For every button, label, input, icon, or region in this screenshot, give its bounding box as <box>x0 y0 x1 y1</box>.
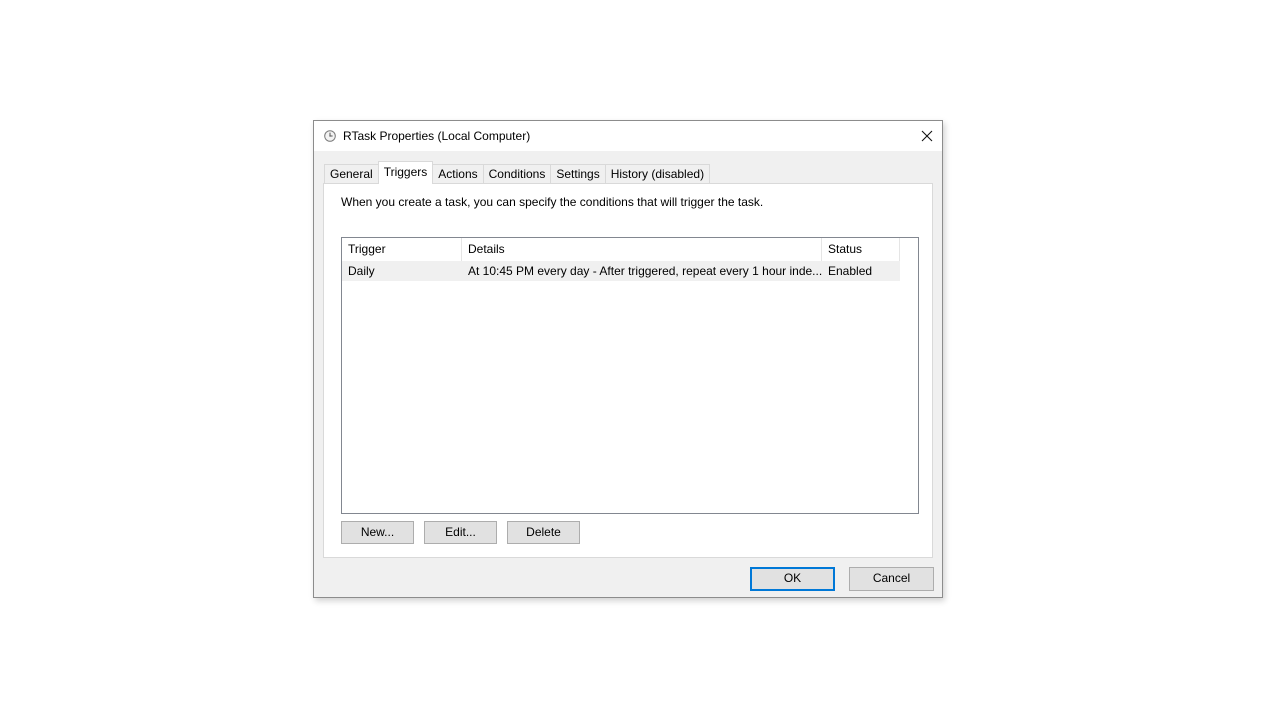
triggers-description: When you create a task, you can specify … <box>341 195 764 209</box>
column-header-trigger[interactable]: Trigger <box>342 238 462 261</box>
task-properties-dialog: RTask Properties (Local Computer) Genera… <box>313 120 943 598</box>
cell-trigger: Daily <box>348 264 375 278</box>
ok-button[interactable]: OK <box>750 567 835 591</box>
triggers-panel: When you create a task, you can specify … <box>323 183 933 558</box>
column-header-details[interactable]: Details <box>462 238 822 261</box>
tab-settings[interactable]: Settings <box>550 164 606 184</box>
title-bar[interactable]: RTask Properties (Local Computer) <box>314 121 942 151</box>
new-trigger-button[interactable]: New... <box>341 521 414 544</box>
cell-details: At 10:45 PM every day - After triggered,… <box>468 264 822 278</box>
cell-status: Enabled <box>828 264 873 278</box>
tab-conditions[interactable]: Conditions <box>482 164 552 184</box>
tab-actions[interactable]: Actions <box>432 164 484 184</box>
close-button[interactable] <box>912 121 942 151</box>
tab-history[interactable]: History (disabled) <box>604 164 711 184</box>
delete-trigger-button[interactable]: Delete <box>507 521 580 544</box>
tab-triggers[interactable]: Triggers <box>377 161 434 184</box>
triggers-list[interactable]: Trigger Details Status Daily At 10:45 PM… <box>341 237 919 514</box>
list-header: Trigger Details Status <box>342 238 918 261</box>
window-title: RTask Properties (Local Computer) <box>343 129 531 143</box>
table-row[interactable]: Daily At 10:45 PM every day - After trig… <box>342 261 900 281</box>
edit-trigger-button[interactable]: Edit... <box>424 521 497 544</box>
tab-general[interactable]: General <box>324 164 379 184</box>
close-icon <box>921 130 933 142</box>
cancel-button[interactable]: Cancel <box>849 567 934 591</box>
clock-icon <box>324 130 336 142</box>
tab-strip: General Triggers Actions Conditions Sett… <box>324 161 711 184</box>
column-header-status[interactable]: Status <box>822 238 900 261</box>
